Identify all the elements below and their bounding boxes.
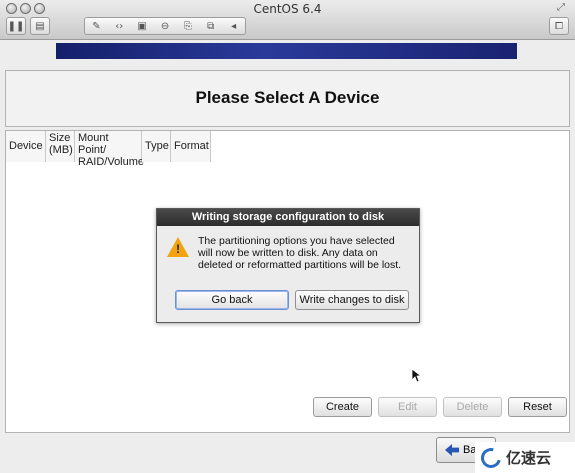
delete-button[interactable]: Delete bbox=[443, 397, 502, 417]
dialog-message: The partitioning options you have select… bbox=[198, 235, 402, 271]
snapshot-icon: ▤ bbox=[35, 20, 45, 32]
dialog-title: Writing storage configuration to disk bbox=[157, 209, 419, 226]
disk-icon[interactable]: ▣ bbox=[131, 21, 154, 32]
window-title: CentOS 6.4 bbox=[253, 2, 322, 16]
write-changes-button[interactable]: Write changes to disk bbox=[295, 290, 409, 310]
partition-action-buttons: Create Edit Delete Reset bbox=[313, 397, 567, 417]
reset-button[interactable]: Reset bbox=[508, 397, 567, 417]
snapshot-button[interactable]: ▤ bbox=[30, 17, 50, 35]
write-storage-dialog: Writing storage configuration to disk ! … bbox=[156, 208, 420, 323]
column-header-format[interactable]: Format bbox=[171, 131, 211, 162]
column-header-mount-point[interactable]: Mount Point/ RAID/Volume bbox=[75, 131, 144, 168]
window-mode-icon: ⧠ bbox=[555, 20, 563, 32]
centos-banner bbox=[56, 43, 517, 59]
go-back-button[interactable]: Go back bbox=[175, 290, 289, 310]
table-header: Device Size (MB) Mount Point/ RAID/Volum… bbox=[6, 131, 211, 168]
pause-vm-button[interactable]: ❚❚ bbox=[6, 17, 26, 35]
watermark-logo-icon bbox=[477, 443, 505, 472]
watermark: 亿速云 bbox=[475, 442, 575, 473]
column-header-device[interactable]: Device bbox=[6, 131, 46, 162]
lock-icon[interactable]: ⊖ bbox=[154, 21, 177, 32]
warning-exclamation-icon: ! bbox=[176, 242, 180, 256]
window-mode-button[interactable]: ⧠ bbox=[549, 17, 569, 35]
wrench-icon[interactable]: ✎ bbox=[85, 21, 108, 32]
network-icon[interactable]: ‹› bbox=[108, 21, 131, 32]
page-title: Please Select A Device bbox=[195, 88, 380, 107]
chevron-left-icon[interactable]: ◂ bbox=[222, 21, 245, 32]
fullscreen-icon[interactable]: ⤢ bbox=[555, 2, 567, 14]
shared-folder-icon[interactable]: ⧉ bbox=[199, 21, 222, 32]
edit-button[interactable]: Edit bbox=[378, 397, 437, 417]
usb-icon[interactable]: ⎘ bbox=[176, 21, 199, 32]
create-button[interactable]: Create bbox=[313, 397, 372, 417]
vm-device-toolbar: ✎ ‹› ▣ ⊖ ⎘ ⧉ ◂ bbox=[84, 17, 246, 35]
window-titlebar: CentOS 6.4 ⤢ ❚❚ ▤ ✎ ‹› ▣ ⊖ ⎘ ⧉ ◂ ⧠ bbox=[0, 0, 575, 40]
column-header-type[interactable]: Type bbox=[142, 131, 171, 162]
back-arrow-icon bbox=[445, 444, 459, 456]
pause-icon: ❚❚ bbox=[7, 20, 25, 32]
column-header-size[interactable]: Size (MB) bbox=[46, 131, 75, 162]
watermark-text: 亿速云 bbox=[506, 449, 552, 467]
installer-header: Please Select A Device bbox=[5, 70, 570, 127]
